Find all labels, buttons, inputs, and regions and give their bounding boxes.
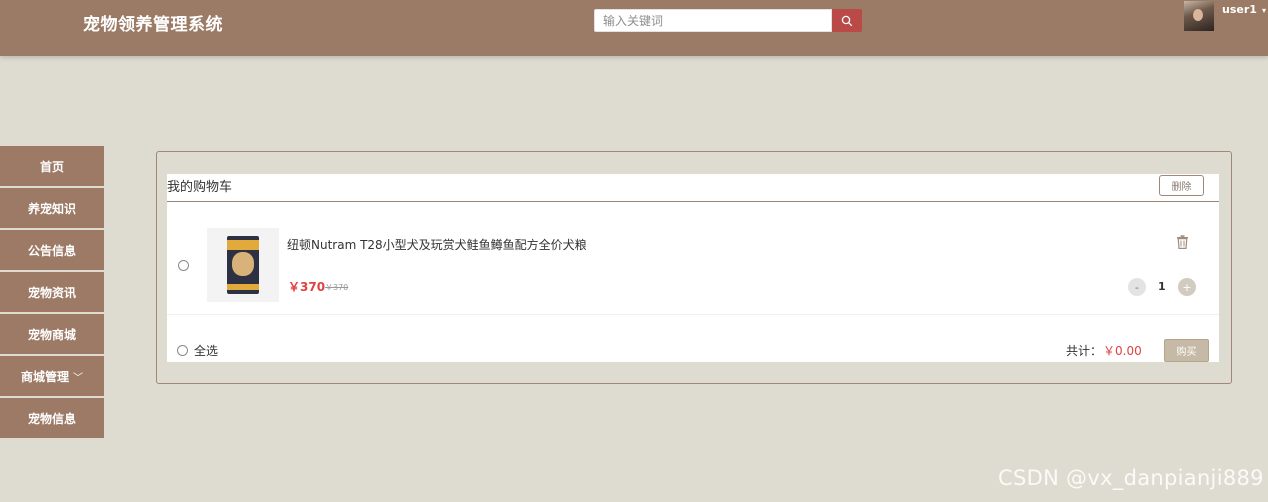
watermark: CSDN @vx_danpianji889: [998, 466, 1264, 490]
cart-header: 我的购物车 删除: [167, 174, 1219, 202]
sidebar-item-label: 公告信息: [27, 243, 76, 258]
app-title: 宠物领养管理系统: [83, 15, 223, 35]
sidebar: 首页 养宠知识 公告信息 宠物资讯 宠物商城 商城管理 ﹀ 宠物信息: [0, 146, 104, 440]
trash-icon[interactable]: [1176, 234, 1189, 253]
sidebar-item-pet-news[interactable]: 宠物资讯: [0, 272, 104, 312]
sidebar-item-home[interactable]: 首页: [0, 146, 104, 186]
username[interactable]: user1: [1222, 3, 1257, 16]
product-name[interactable]: 纽顿Nutram T28小型犬及玩赏犬鲑鱼鳟鱼配方全价犬粮: [287, 236, 587, 253]
chevron-down-icon[interactable]: ▾: [1262, 6, 1266, 15]
cart-footer: 全选 共计： ￥0.00 购买: [167, 316, 1219, 362]
sidebar-item-label: 商城管理: [20, 369, 69, 384]
item-select-radio[interactable]: [178, 260, 189, 271]
search-icon: [841, 15, 853, 26]
delete-button[interactable]: 删除: [1159, 175, 1204, 196]
original-price: ￥370: [325, 283, 349, 292]
sidebar-item-label: 宠物商城: [27, 327, 76, 342]
sidebar-item-pet-mall[interactable]: 宠物商城: [0, 314, 104, 354]
sidebar-item-label: 首页: [39, 159, 64, 174]
select-all-radio[interactable]: [177, 345, 188, 356]
sidebar-item-label: 宠物信息: [27, 411, 76, 426]
sidebar-item-pet-info[interactable]: 宠物信息: [0, 398, 104, 438]
sidebar-item-pet-knowledge[interactable]: 养宠知识: [0, 188, 104, 228]
sidebar-item-mall-management[interactable]: 商城管理 ﹀: [0, 356, 104, 396]
top-header: 宠物领养管理系统 user1 ▾: [0, 0, 1268, 56]
quantity-increase-button[interactable]: +: [1178, 278, 1196, 296]
search-input[interactable]: [594, 9, 832, 32]
chevron-down-icon: ﹀: [73, 372, 83, 384]
cart-item-row: 纽顿Nutram T28小型犬及玩赏犬鲑鱼鳟鱼配方全价犬粮 ￥370 ￥370 …: [167, 203, 1219, 315]
product-image[interactable]: [207, 228, 279, 302]
select-all-label[interactable]: 全选: [194, 342, 218, 359]
sidebar-item-label: 养宠知识: [27, 201, 76, 216]
cart-panel: 我的购物车 删除 纽顿Nutram T28小型犬及玩赏犬鲑鱼鳟鱼配方全价犬粮 ￥…: [167, 174, 1219, 362]
search-button[interactable]: [832, 9, 862, 32]
buy-button[interactable]: 购买: [1164, 339, 1209, 362]
cart-title: 我的购物车: [167, 180, 233, 195]
product-price: ￥370: [288, 280, 326, 294]
total-value: ￥0.00: [1103, 344, 1142, 358]
sidebar-item-announcements[interactable]: 公告信息: [0, 230, 104, 270]
quantity-decrease-button[interactable]: -: [1128, 278, 1146, 296]
total-label: 共计：: [1066, 344, 1103, 358]
sidebar-item-label: 宠物资讯: [27, 285, 76, 300]
avatar[interactable]: [1184, 1, 1214, 31]
quantity-value: 1: [1158, 280, 1166, 293]
